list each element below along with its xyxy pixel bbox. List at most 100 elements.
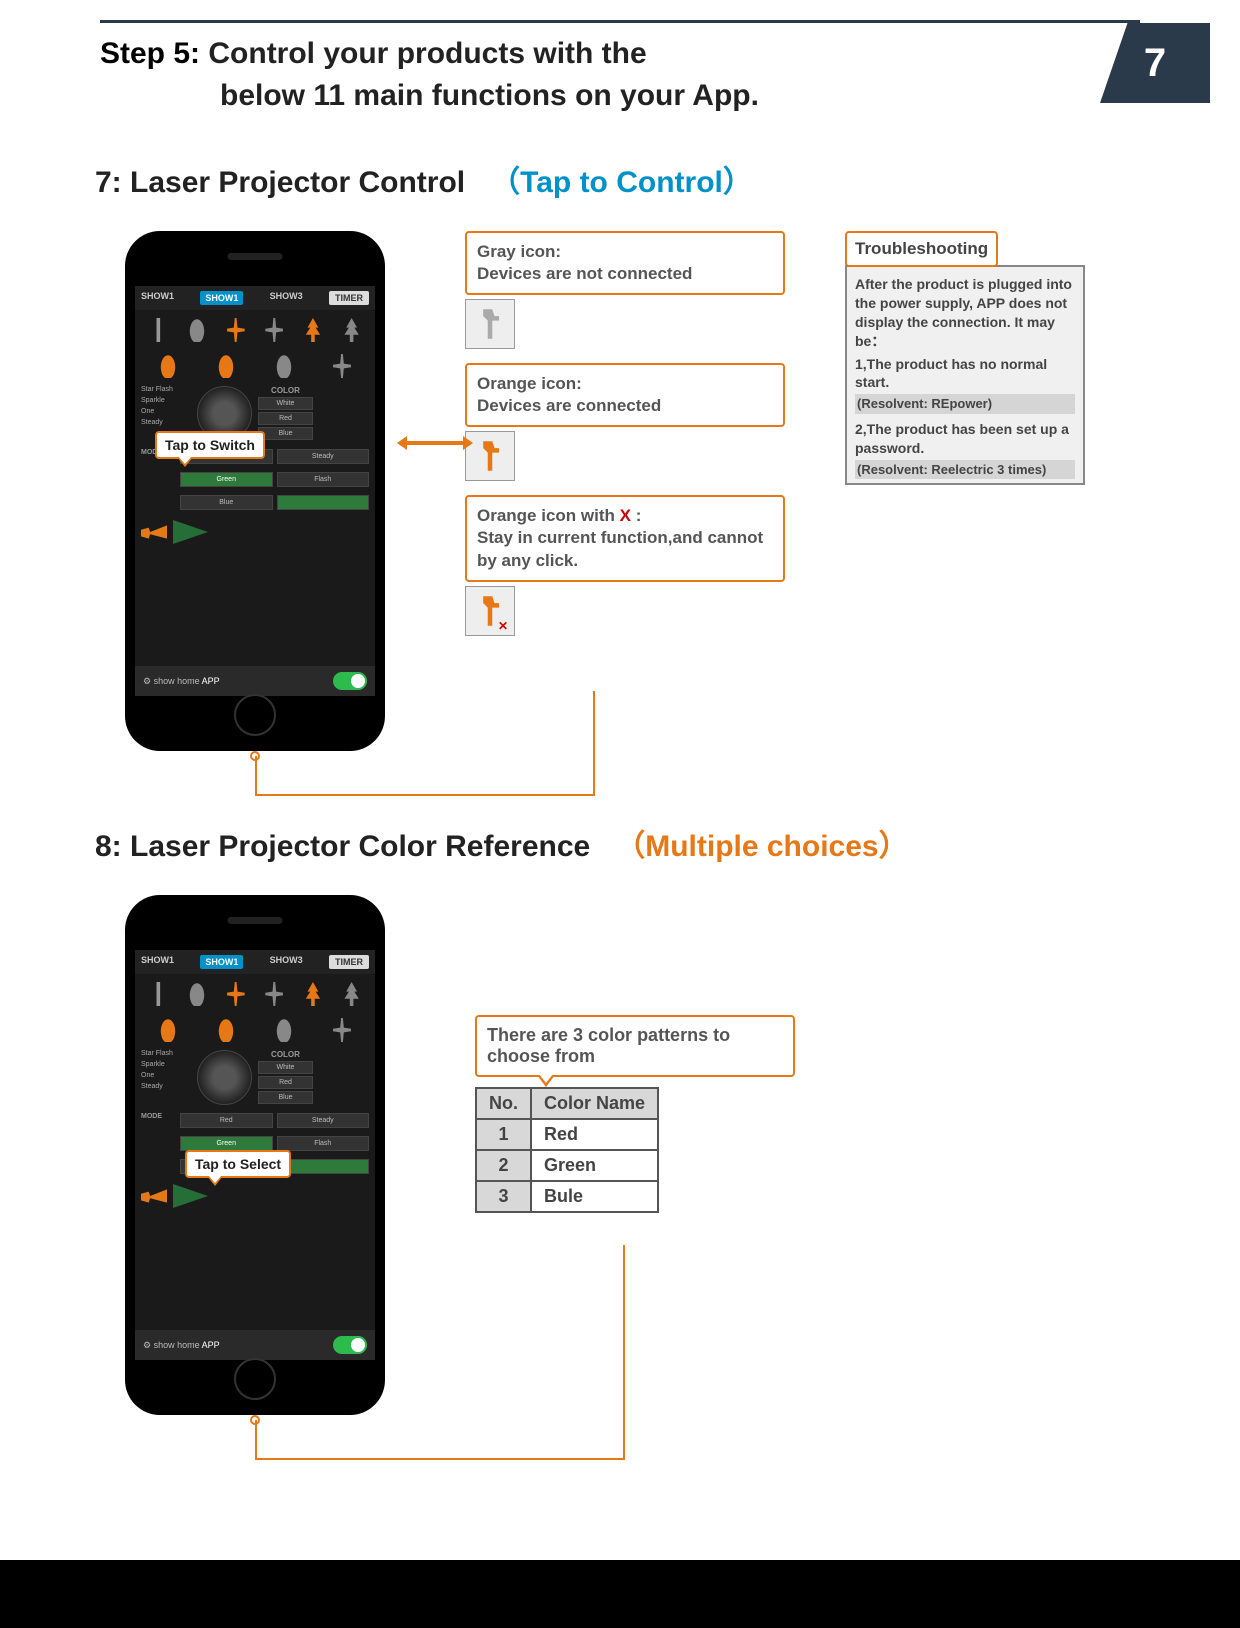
beam-icon <box>173 1184 208 1208</box>
power-toggle[interactable] <box>333 1336 367 1354</box>
tab-show1[interactable]: SHOW1 <box>141 291 174 305</box>
step-text-2: below 11 main functions on your App. <box>220 79 759 112</box>
color-red[interactable]: Red <box>258 1076 313 1089</box>
pattern-icon[interactable] <box>343 318 361 342</box>
color-header: COLOR <box>258 1050 313 1059</box>
pattern-icon[interactable] <box>227 982 245 1006</box>
tab-show3[interactable]: SHOW3 <box>270 291 303 305</box>
pattern-icon[interactable] <box>149 982 167 1006</box>
pattern-icon[interactable] <box>159 1018 177 1042</box>
pattern-icon[interactable] <box>304 318 322 342</box>
col-name: Color Name <box>531 1088 658 1119</box>
table-cell: 2 <box>476 1150 531 1181</box>
mode-opt[interactable] <box>277 495 370 510</box>
color-blue[interactable]: Blue <box>258 1091 313 1104</box>
connector-line <box>255 1420 625 1460</box>
pattern-icon[interactable] <box>265 318 283 342</box>
app-label: APP <box>202 676 220 686</box>
tab-show3[interactable]: SHOW3 <box>270 955 303 969</box>
connector-line <box>593 691 595 796</box>
pattern-icon[interactable] <box>275 354 293 378</box>
troubleshooting-box: After the product is plugged into the po… <box>845 265 1085 485</box>
tab-show2[interactable]: SHOW1 <box>200 955 243 969</box>
gray-sample-icon <box>465 299 515 349</box>
col-no: No. <box>476 1088 531 1119</box>
connector-line <box>623 1245 625 1460</box>
phone-screen: SHOW1 SHOW1 SHOW3 TIMER <box>135 286 375 696</box>
pattern-icon[interactable] <box>217 1018 235 1042</box>
projector-icon[interactable] <box>141 521 167 543</box>
troubleshooting-header: Troubleshooting <box>845 231 998 267</box>
mode-steady[interactable]: Steady <box>277 1113 370 1128</box>
tab-show2[interactable]: SHOW1 <box>200 291 243 305</box>
section7-hint: Tap to Control <box>520 166 723 199</box>
pattern-icon[interactable] <box>159 354 177 378</box>
mode-green[interactable]: Green <box>180 1136 273 1151</box>
mode-green[interactable]: Green <box>180 472 273 487</box>
pattern-icon[interactable] <box>227 318 245 342</box>
tab-timer[interactable]: TIMER <box>329 955 369 969</box>
beam-icon <box>173 520 208 544</box>
table-cell: 3 <box>476 1181 531 1212</box>
color-header: COLOR <box>258 386 313 395</box>
phone-mockup: SHOW1 SHOW1 SHOW3 TIMER <box>125 231 385 751</box>
pattern-icon[interactable] <box>304 982 322 1006</box>
mode-steady[interactable]: Steady <box>277 449 370 464</box>
dial-control[interactable] <box>197 1050 252 1105</box>
pattern-icon[interactable] <box>149 318 167 342</box>
paren-open: （ <box>615 830 645 863</box>
tab-show1[interactable]: SHOW1 <box>141 955 174 969</box>
power-toggle[interactable] <box>333 672 367 690</box>
section7-title: Laser Projector Control <box>130 166 465 199</box>
section8-title: Laser Projector Color Reference <box>130 830 590 863</box>
table-cell: Green <box>531 1150 658 1181</box>
orange-x-icon-box: Orange icon with X : Stay in current fun… <box>465 495 785 581</box>
color-table-header: There are 3 color patterns to choose fro… <box>475 1015 795 1077</box>
table-cell: 1 <box>476 1119 531 1150</box>
brand: show home <box>154 676 200 686</box>
step-header: Step 5: Control your products with the b… <box>0 33 1240 117</box>
table-cell: Red <box>531 1119 658 1150</box>
app-label: APP <box>202 1340 220 1350</box>
mode-flash[interactable]: Flash <box>277 1136 370 1151</box>
tab-timer[interactable]: TIMER <box>329 291 369 305</box>
color-white[interactable]: White <box>258 397 313 410</box>
color-white[interactable]: White <box>258 1061 313 1074</box>
table-cell: Bule <box>531 1181 658 1212</box>
step-label: Step 5: <box>100 37 200 70</box>
speech-tap-select: Tap to Select <box>185 1150 291 1178</box>
footer-bar <box>0 1560 1240 1628</box>
mode-label: MODE <box>141 1113 176 1128</box>
step-text-1: Control your products with the <box>208 37 646 70</box>
color-blue[interactable]: Blue <box>258 427 313 440</box>
connector-line <box>255 756 595 796</box>
paren-open: （ <box>490 166 520 199</box>
projector-icon[interactable] <box>141 1185 167 1207</box>
paren-close: ） <box>723 166 753 199</box>
section8-prefix: 8: <box>95 830 122 863</box>
color-red[interactable]: Red <box>258 412 313 425</box>
mode-blue[interactable]: Blue <box>180 495 273 510</box>
pattern-icon[interactable] <box>343 982 361 1006</box>
page-number: 7 <box>1144 41 1166 86</box>
double-arrow-icon <box>405 441 465 445</box>
page-number-badge: 7 <box>1100 23 1210 103</box>
paren-close: ） <box>879 830 909 863</box>
pattern-icon[interactable] <box>265 982 283 1006</box>
top-rule <box>100 20 1140 23</box>
mode-opt[interactable]: Red <box>180 1113 273 1128</box>
pattern-icon[interactable] <box>188 982 206 1006</box>
color-table: No. Color Name 1Red 2Green 3Bule <box>475 1087 659 1213</box>
pattern-icon[interactable] <box>188 318 206 342</box>
pattern-icon[interactable] <box>333 354 351 378</box>
phone-mockup-2: SHOW1 SHOW1 SHOW3 TIMER <box>125 895 385 1415</box>
pattern-icon[interactable] <box>333 1018 351 1042</box>
section-7: 7: Laser Projector Control （Tap to Contr… <box>0 117 1240 811</box>
speech-tap-switch: Tap to Switch <box>155 431 265 459</box>
mode-flash[interactable]: Flash <box>277 472 370 487</box>
brand: show home <box>154 1340 200 1350</box>
orange-icon-box: Orange icon: Devices are connected <box>465 363 785 427</box>
pattern-icon[interactable] <box>275 1018 293 1042</box>
pattern-icon[interactable] <box>217 354 235 378</box>
gray-icon-box: Gray icon: Devices are not connected <box>465 231 785 295</box>
